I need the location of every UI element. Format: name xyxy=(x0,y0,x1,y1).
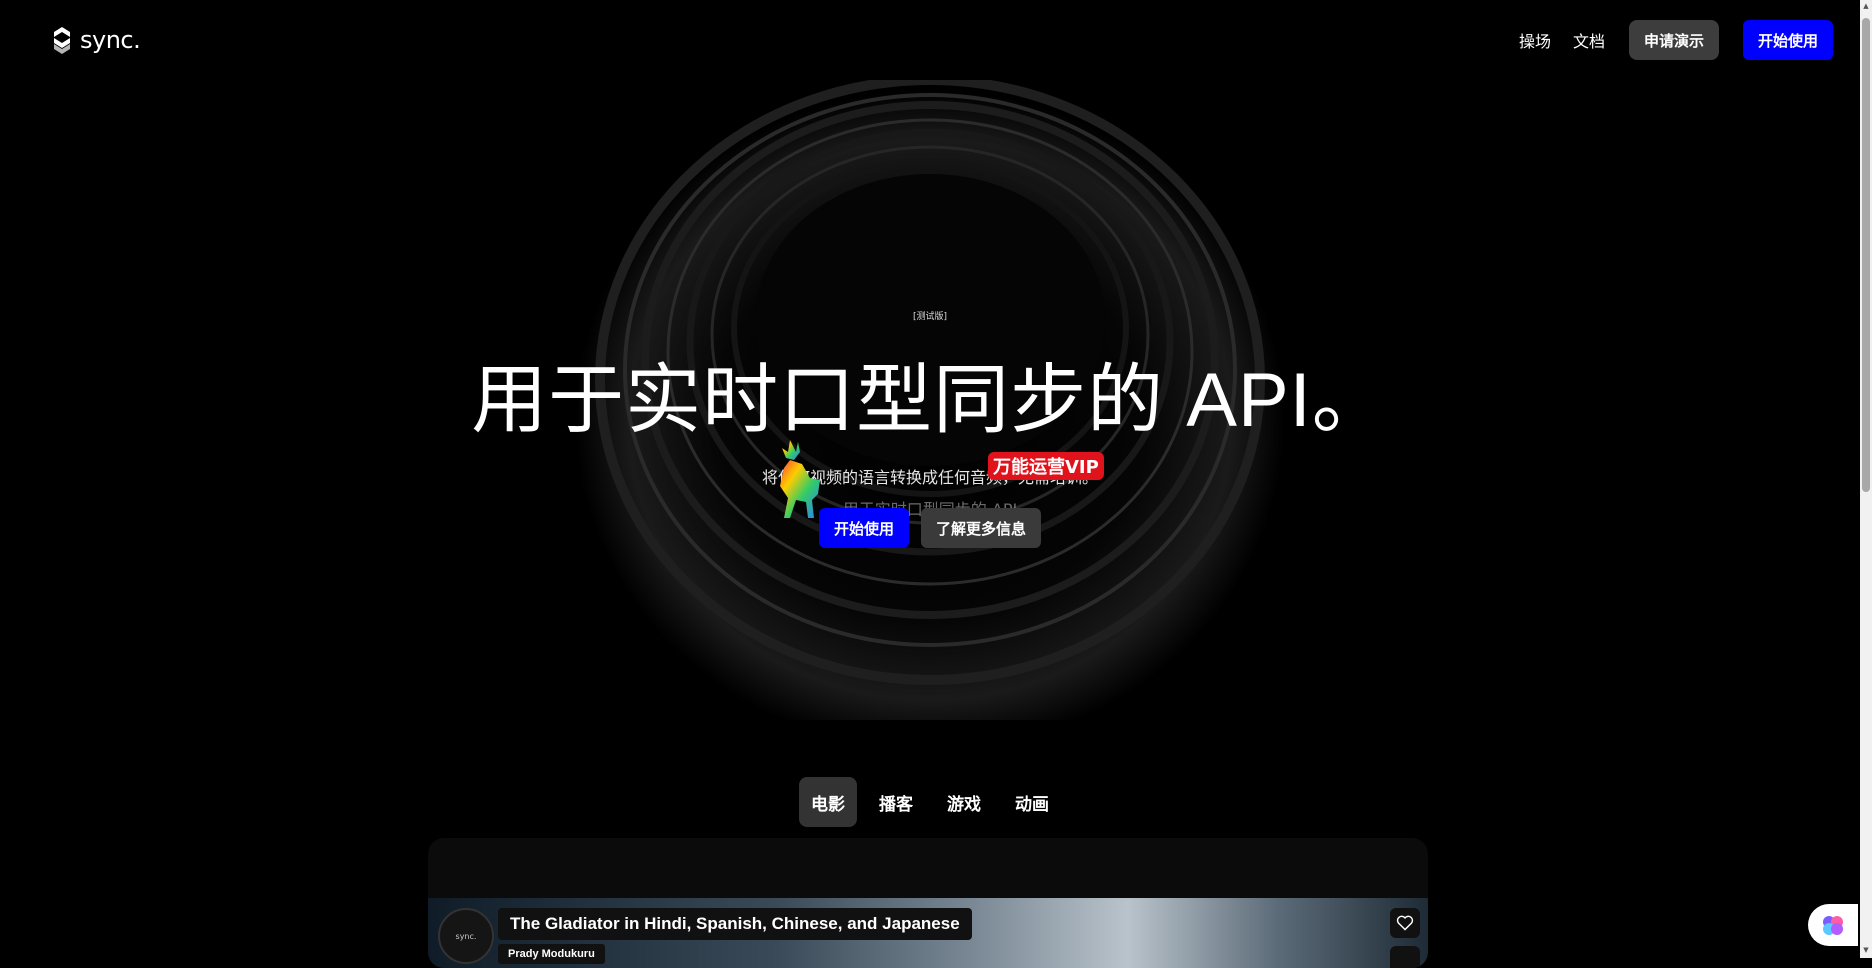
sync-logo-icon xyxy=(54,27,70,54)
tab-animation[interactable]: 动画 xyxy=(1003,777,1061,827)
tab-podcasts[interactable]: 播客 xyxy=(867,777,925,827)
video-author: Prady Modukuru xyxy=(498,944,605,964)
channel-avatar-label: sync. xyxy=(455,931,477,941)
floating-assistant-button[interactable] xyxy=(1808,904,1858,946)
brand-name: sync. xyxy=(80,26,141,54)
nav-playground-link[interactable]: 操场 xyxy=(1519,28,1551,52)
video-title: The Gladiator in Hindi, Spanish, Chinese… xyxy=(498,908,972,940)
brand-logo[interactable]: sync. xyxy=(50,24,141,56)
secondary-action-button[interactable] xyxy=(1390,946,1420,968)
scroll-up-icon[interactable]: ▲ xyxy=(1862,2,1870,12)
tab-games[interactable]: 游戏 xyxy=(935,777,993,827)
scroll-thumb[interactable] xyxy=(1862,18,1870,492)
deer-logo-icon xyxy=(780,440,820,518)
request-demo-button[interactable]: 申请演示 xyxy=(1629,20,1719,60)
top-nav: 操场 文档 申请演示 开始使用 xyxy=(1519,20,1833,60)
category-tabs: 电影 播客 游戏 动画 xyxy=(0,777,1860,827)
brain-icon xyxy=(1823,916,1843,935)
get-started-button[interactable]: 开始使用 xyxy=(819,508,909,548)
learn-more-button[interactable]: 了解更多信息 xyxy=(921,508,1041,548)
nav-docs-link[interactable]: 文档 xyxy=(1573,28,1605,52)
like-button[interactable] xyxy=(1390,908,1420,938)
scroll-down-icon[interactable]: ▼ xyxy=(1862,946,1870,956)
demo-video-card: sync. The Gladiator in Hindi, Spanish, C… xyxy=(428,838,1428,968)
channel-avatar: sync. xyxy=(438,908,494,964)
tab-movies[interactable]: 电影 xyxy=(799,777,857,827)
hero-title: 用于实时口型同步的 API。 xyxy=(471,358,1389,443)
heart-icon xyxy=(1396,915,1414,931)
beta-badge: [测试版] xyxy=(912,312,948,322)
hero-subtitle: 将任何视频的语言转换成任何音频，无需培训。 xyxy=(761,468,1098,487)
get-started-nav-button[interactable]: 开始使用 xyxy=(1743,20,1833,60)
page-scrollbar[interactable]: ▲ ▼ xyxy=(1860,0,1872,958)
hero-actions: 开始使用 了解更多信息 xyxy=(0,508,1860,548)
vip-watermark-badge: 万能运营VIP xyxy=(988,452,1104,480)
